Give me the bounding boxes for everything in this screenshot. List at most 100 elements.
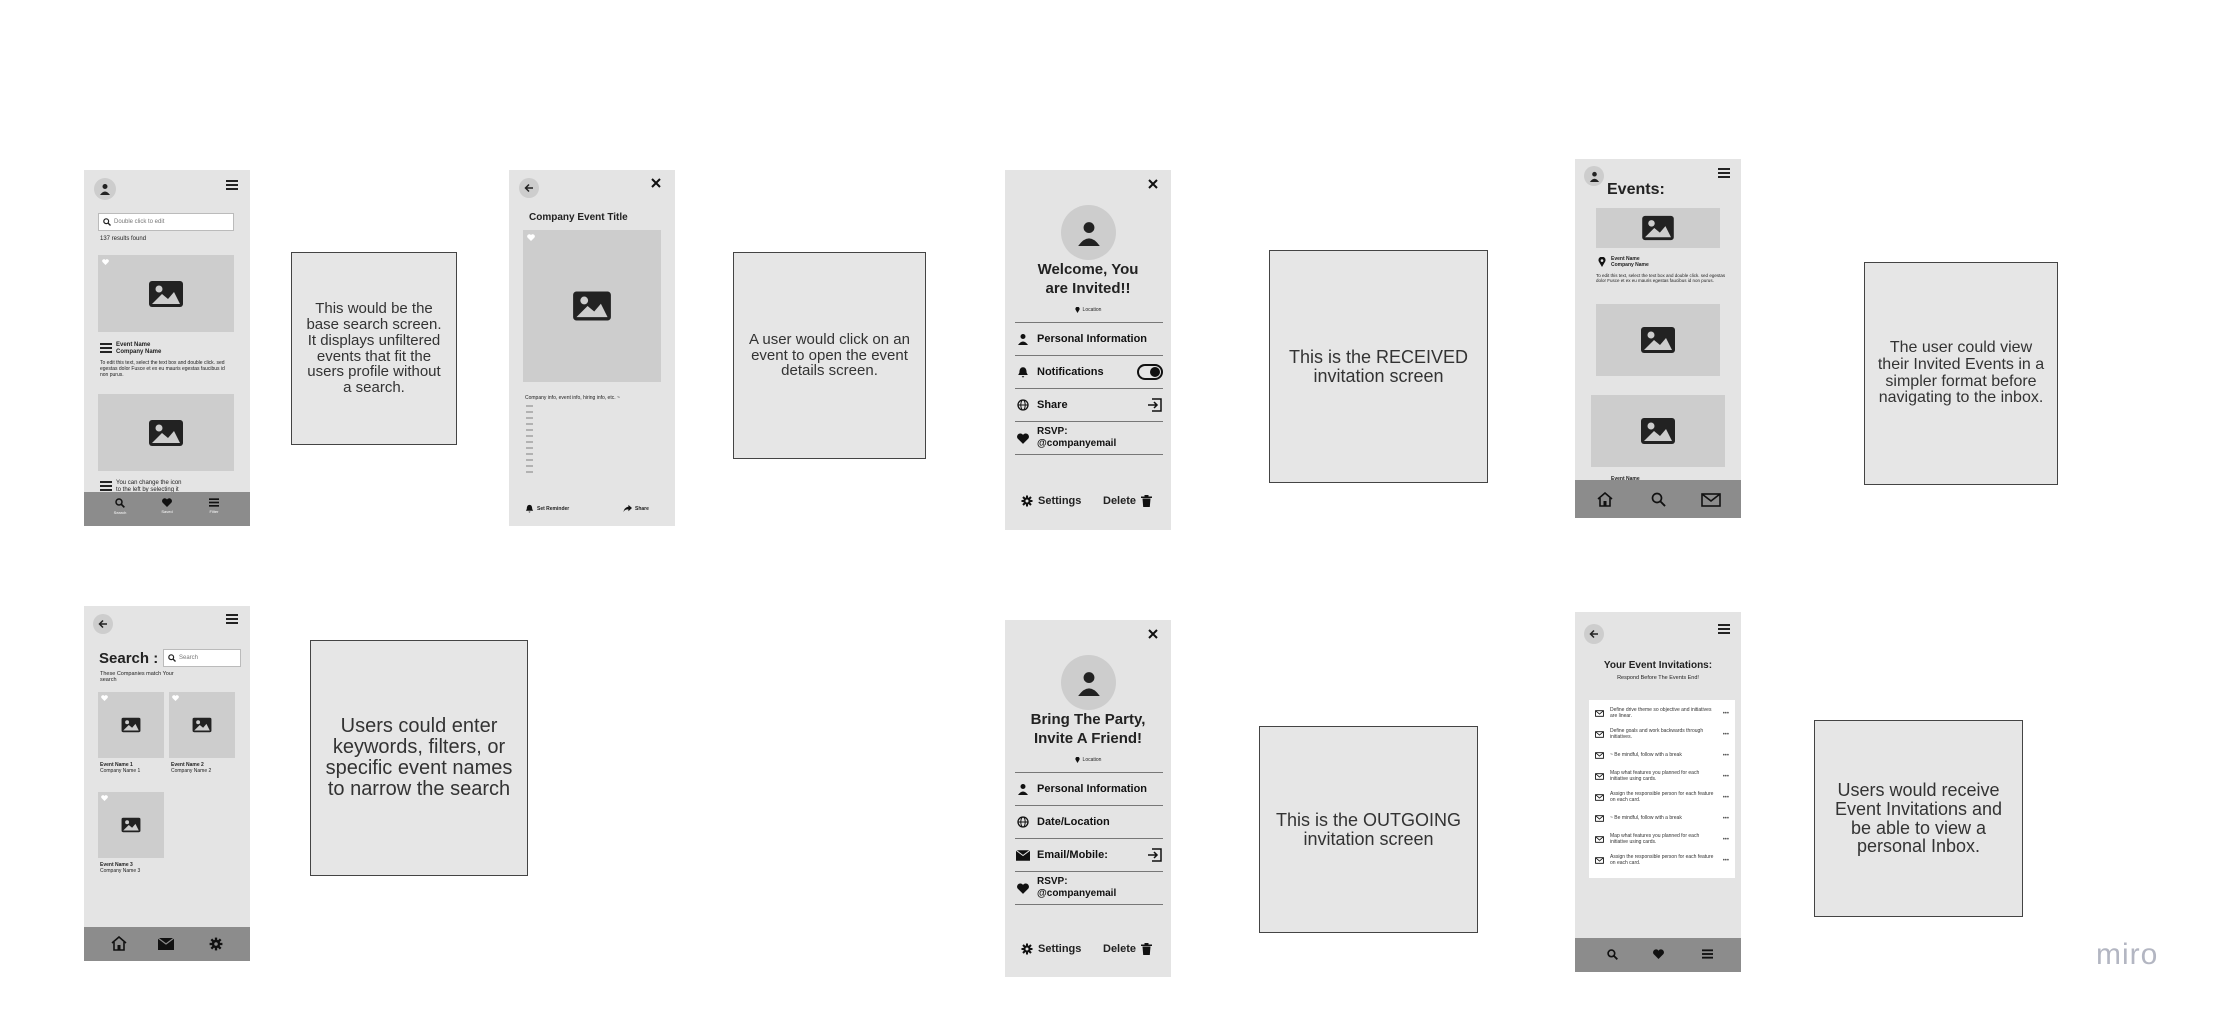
row-date-location[interactable]: Date/Location <box>1015 806 1163 839</box>
settings-label: Settings <box>1038 495 1082 507</box>
more-icon[interactable]: ••• <box>1723 753 1729 759</box>
miro-logo: miro <box>2096 938 2159 971</box>
exit-icon[interactable] <box>1147 397 1163 413</box>
nav-saved[interactable]: Saved <box>157 498 177 514</box>
gear-icon[interactable] <box>209 937 223 951</box>
heart-icon[interactable] <box>101 795 108 801</box>
row-share[interactable]: Share <box>1015 389 1163 422</box>
results-count: 137 results found <box>100 236 147 242</box>
more-icon[interactable]: ••• <box>1723 711 1729 717</box>
back-button[interactable] <box>93 614 113 634</box>
nav-search[interactable]: Search <box>110 498 130 515</box>
search-icon[interactable] <box>1607 949 1618 960</box>
screen-invited-events: Events: Event Name Company Name To edit … <box>1575 159 1741 518</box>
inbox-item[interactable]: Assign the responsible person for each f… <box>1595 787 1729 808</box>
envelope-icon <box>1595 773 1604 780</box>
reminder-label: Set Reminder <box>537 505 570 512</box>
inbox-item[interactable]: ~ Be mindful, follow with a break ••• <box>1595 745 1729 766</box>
menu-icon[interactable] <box>1702 949 1713 959</box>
row-personal-information[interactable]: Personal Information <box>1015 323 1163 356</box>
event-image[interactable] <box>98 255 234 332</box>
exit-icon[interactable] <box>1147 847 1163 863</box>
delete-button[interactable]: Delete <box>1103 943 1153 955</box>
settings-button[interactable]: Settings <box>1021 943 1081 955</box>
inbox-item[interactable]: Define drive theme so objective and init… <box>1595 703 1729 724</box>
heart-icon[interactable] <box>102 259 109 265</box>
avatar[interactable] <box>1584 166 1604 186</box>
row-rsvp[interactable]: RSVP: @companyemail <box>1015 422 1163 455</box>
search-input[interactable]: Double click to edit <box>98 213 234 231</box>
event-image[interactable] <box>1591 395 1725 467</box>
row-label: Personal Information <box>1037 333 1148 345</box>
share-button[interactable]: Share <box>623 504 649 513</box>
mail-icon[interactable] <box>158 938 174 950</box>
bell-icon <box>1015 364 1031 380</box>
more-icon[interactable]: ••• <box>1723 795 1729 801</box>
more-icon[interactable]: ••• <box>1723 837 1729 843</box>
row-rsvp[interactable]: RSVP: @companyemail <box>1015 872 1163 905</box>
mail-icon[interactable] <box>1701 493 1721 507</box>
menu-icon[interactable] <box>1718 168 1730 178</box>
heart-icon[interactable] <box>172 695 179 701</box>
event-image[interactable] <box>1596 304 1720 376</box>
row-notifications[interactable]: Notifications <box>1015 356 1163 389</box>
inbox-subtitle: Respond Before The Events End! <box>1617 675 1699 681</box>
more-icon[interactable]: ••• <box>1723 858 1729 864</box>
more-icon[interactable]: ••• <box>1723 774 1729 780</box>
menu-icon[interactable] <box>226 180 238 190</box>
row-email-mobile[interactable]: Email/Mobile: <box>1015 839 1163 872</box>
menu-icon[interactable] <box>1718 624 1730 634</box>
set-reminder-button[interactable]: Set Reminder <box>525 504 569 513</box>
inbox-item[interactable]: Define goals and work backwards through … <box>1595 724 1729 745</box>
rsvp-email: @companyemail <box>1037 437 1117 449</box>
inbox-item[interactable]: ~ Be mindful, follow with a break ••• <box>1595 808 1729 829</box>
row-personal-information[interactable]: Personal Information <box>1015 773 1163 806</box>
close-icon[interactable] <box>651 178 661 188</box>
back-button[interactable] <box>1584 624 1604 644</box>
home-icon[interactable] <box>111 936 127 951</box>
bell-icon <box>525 504 534 513</box>
search-icon <box>115 498 125 508</box>
inbox-item[interactable]: Assign the responsible person for each f… <box>1595 850 1729 871</box>
search-icon <box>103 218 111 226</box>
result-card[interactable] <box>98 792 164 858</box>
page-title: Events: <box>1607 181 1665 198</box>
inbox-item[interactable]: Map what features you planned for each i… <box>1595 766 1729 787</box>
heart-icon[interactable] <box>101 695 108 701</box>
inbox-item-text: ~ Be mindful, follow with a break <box>1610 814 1682 821</box>
event-name: Event Name <box>116 342 151 348</box>
inbox-item[interactable]: Map what features you planned for each i… <box>1595 829 1729 850</box>
image-icon <box>121 717 141 733</box>
heart-icon[interactable] <box>527 234 535 241</box>
result-card[interactable] <box>98 692 164 758</box>
menu-icon[interactable] <box>226 614 238 624</box>
search-placeholder: Search <box>179 655 199 661</box>
event-image[interactable] <box>1596 208 1720 248</box>
screen-event-details: Company Event Title Company info, event … <box>509 170 675 526</box>
person-icon <box>1015 781 1031 797</box>
notifications-toggle[interactable] <box>1137 364 1163 380</box>
screen-received-invitation: Welcome, You are Invited!! Location Pers… <box>1005 170 1171 530</box>
more-icon[interactable]: ••• <box>1723 816 1729 822</box>
more-icon[interactable]: ••• <box>1723 732 1729 738</box>
back-button[interactable] <box>519 178 539 198</box>
result-card[interactable] <box>169 692 235 758</box>
settings-button[interactable]: Settings <box>1021 495 1081 507</box>
avatar[interactable] <box>94 178 116 200</box>
inbox-item-text: Map what features you planned for each i… <box>1610 832 1700 845</box>
search-icon[interactable] <box>1651 492 1666 507</box>
invite-heading: Welcome, You are Invited!! <box>1037 261 1139 297</box>
home-icon[interactable] <box>1597 492 1613 507</box>
bottom-nav <box>1575 480 1741 518</box>
heart-icon[interactable] <box>1653 949 1664 959</box>
card-company-name: Company Name 2 <box>171 768 212 774</box>
close-icon[interactable] <box>1148 179 1158 189</box>
nav-filter[interactable]: Filter <box>204 498 224 514</box>
close-icon[interactable] <box>1148 629 1158 639</box>
delete-button[interactable]: Delete <box>1103 495 1153 507</box>
inbox-list: Define drive theme so objective and init… <box>1589 700 1735 878</box>
image-icon <box>149 280 183 307</box>
search-input[interactable]: Search <box>163 649 241 667</box>
event-image[interactable] <box>98 394 234 471</box>
share-label: Share <box>635 505 649 512</box>
